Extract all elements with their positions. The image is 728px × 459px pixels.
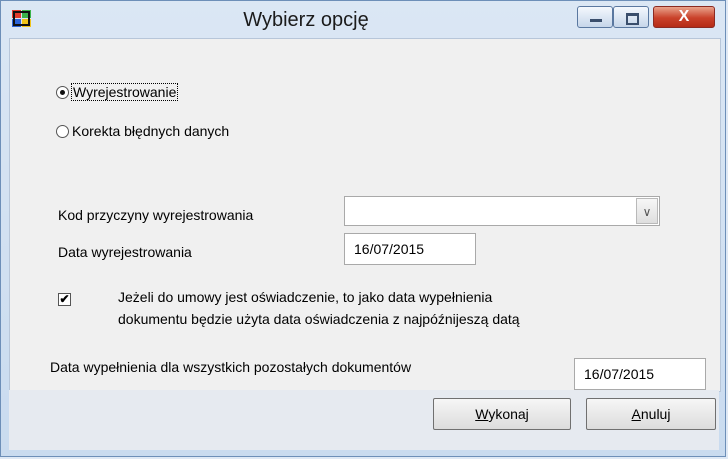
declaration-date-checkbox[interactable]: ✔ <box>58 293 71 306</box>
chevron-down-icon[interactable]: ∨ <box>636 198 658 224</box>
maximize-icon <box>626 13 639 25</box>
execute-label: ykonaj <box>488 406 529 422</box>
execute-button[interactable]: Wykonaj <box>433 398 571 430</box>
radio-option-correction[interactable]: Korekta błędnych danych <box>56 123 229 139</box>
fill-date-label: Data wypełnienia dla wszystkich pozostał… <box>50 359 412 375</box>
cancel-button[interactable]: Anuluj <box>586 398 716 430</box>
reason-code-dropdown[interactable]: ∨ <box>344 196 660 226</box>
cancel-mnemonic: A <box>631 406 641 422</box>
fill-date-value: 16/07/2015 <box>584 366 655 382</box>
deregistration-date-field[interactable]: 16/07/2015 <box>344 233 476 265</box>
declaration-label-line2: dokumentu będzie użyta data oświadczenia… <box>118 311 520 327</box>
reason-code-label: Kod przyczyny wyrejestrowania <box>58 207 254 223</box>
fill-date-field[interactable]: 16/07/2015 <box>574 358 706 390</box>
radio-label-correction[interactable]: Korekta błędnych danych <box>72 123 229 139</box>
minimize-icon <box>590 19 602 22</box>
radio-button[interactable] <box>56 124 69 138</box>
button-bar: Wykonaj Anuluj <box>9 390 719 450</box>
maximize-button[interactable] <box>613 6 649 28</box>
deregistration-date-label: Data wyrejestrowania <box>58 244 192 260</box>
title-bar[interactable]: Wybierz opcję X <box>1 1 725 38</box>
radio-button-checked[interactable] <box>56 85 69 99</box>
declaration-checkbox-label: Jeżeli do umowy jest oświadczenie, to ja… <box>118 286 520 330</box>
cancel-label: nuluj <box>640 406 671 422</box>
deregistration-date-value: 16/07/2015 <box>354 241 425 257</box>
radio-label-deregistration[interactable]: Wyrejestrowanie <box>70 83 179 101</box>
close-button[interactable]: X <box>653 6 715 28</box>
execute-mnemonic: W <box>475 406 489 422</box>
dialog-content: Wyrejestrowanie Korekta błędnych danych … <box>9 38 721 392</box>
dialog-window: Wybierz opcję X Wyrejestrowanie Korekta … <box>0 0 726 457</box>
window-title: Wybierz opcję <box>243 9 369 31</box>
radio-option-deregistration[interactable]: Wyrejestrowanie <box>56 83 179 101</box>
declaration-label-line1: Jeżeli do umowy jest oświadczenie, to ja… <box>118 289 493 305</box>
close-icon: X <box>678 8 690 25</box>
minimize-button[interactable] <box>577 6 613 28</box>
